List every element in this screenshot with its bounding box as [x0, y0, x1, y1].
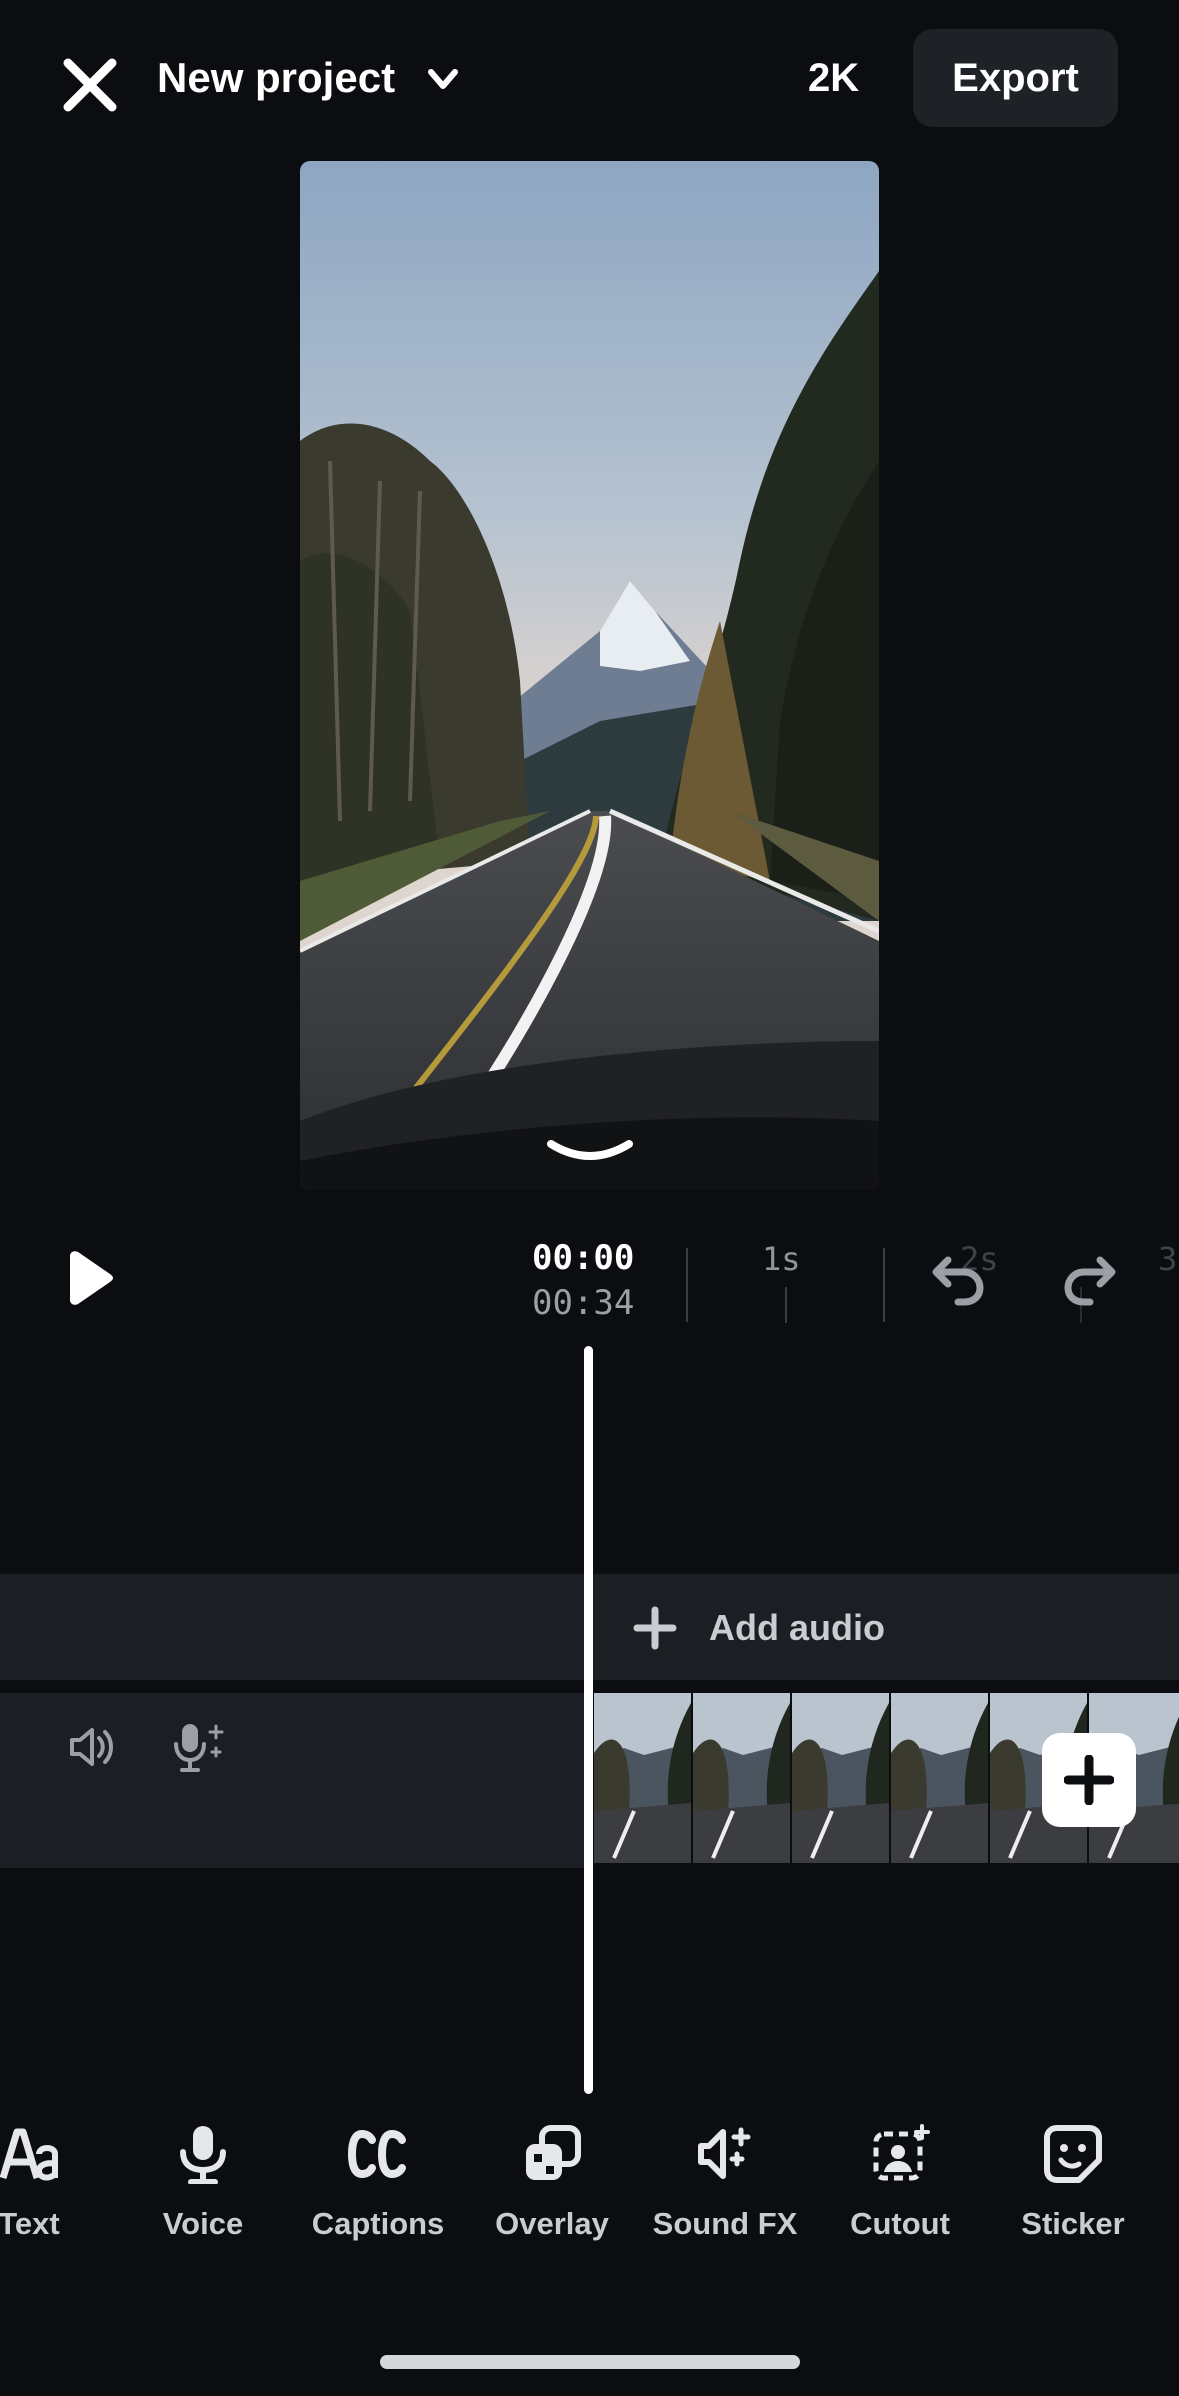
total-duration: 00:34	[532, 1283, 635, 1323]
ruler-divider	[686, 1248, 688, 1322]
tool-cutout[interactable]: Cutout	[825, 2124, 975, 2244]
text-aa-icon	[0, 2128, 58, 2181]
play-icon[interactable]	[62, 1250, 114, 1306]
collapse-chevron-icon[interactable]	[545, 1138, 635, 1168]
tool-label: Text	[0, 2206, 60, 2241]
add-clip-button[interactable]	[1042, 1733, 1136, 1827]
microphone-icon	[180, 2126, 226, 2184]
video-track-header	[0, 1693, 590, 1868]
captions-cc-icon	[348, 2129, 406, 2179]
video-preview[interactable]	[300, 161, 879, 1189]
voice-enhance-icon[interactable]	[170, 1720, 228, 1774]
add-audio-button[interactable]: Add audio	[709, 1604, 885, 1652]
project-title[interactable]: New project	[157, 50, 395, 106]
tool-label: Cutout	[850, 2206, 950, 2241]
ruler-label-1s: 1s	[762, 1240, 801, 1278]
redo-icon[interactable]	[1062, 1250, 1118, 1306]
ruler-tick	[785, 1287, 787, 1323]
tool-text[interactable]: Text	[0, 2124, 104, 2244]
clip-thumbnail	[594, 1693, 693, 1863]
tool-sound-fx[interactable]: Sound FX	[650, 2124, 800, 2244]
ruler-divider	[883, 1248, 885, 1322]
resolution-button[interactable]: 2K	[808, 50, 859, 106]
clip-thumbnail	[792, 1693, 891, 1863]
clip-thumbnail	[693, 1693, 792, 1863]
clip-thumbnail	[891, 1693, 990, 1863]
volume-icon[interactable]	[66, 1722, 116, 1772]
tool-label: Captions	[311, 2206, 445, 2241]
ruler-label-3s: 3	[1158, 1240, 1178, 1278]
tool-label: Overlay	[495, 2206, 609, 2241]
close-icon[interactable]	[60, 55, 120, 115]
tool-captions[interactable]: Captions	[303, 2124, 453, 2244]
home-indicator[interactable]	[380, 2355, 800, 2369]
tool-label: Voice	[162, 2206, 244, 2241]
sticker-icon	[1044, 2125, 1102, 2183]
plus-icon	[1064, 1755, 1114, 1805]
playhead[interactable]	[584, 1346, 593, 2094]
overlay-icon	[526, 2125, 581, 2180]
sound-fx-icon	[698, 2127, 751, 2179]
tool-label: Sound FX	[652, 2206, 798, 2241]
export-button[interactable]: Export	[913, 29, 1118, 127]
plus-icon[interactable]	[633, 1606, 677, 1650]
undo-icon[interactable]	[930, 1250, 986, 1306]
tool-overlay[interactable]: Overlay	[477, 2124, 627, 2244]
cutout-icon	[873, 2124, 930, 2181]
current-timecode: 00:00	[532, 1238, 635, 1278]
tool-label: Sticker	[1021, 2206, 1125, 2241]
chevron-down-icon[interactable]	[425, 64, 461, 94]
tool-voice[interactable]: Voice	[128, 2124, 278, 2244]
preview-frame-image	[300, 161, 879, 1189]
tool-sticker[interactable]: Sticker	[998, 2124, 1148, 2244]
